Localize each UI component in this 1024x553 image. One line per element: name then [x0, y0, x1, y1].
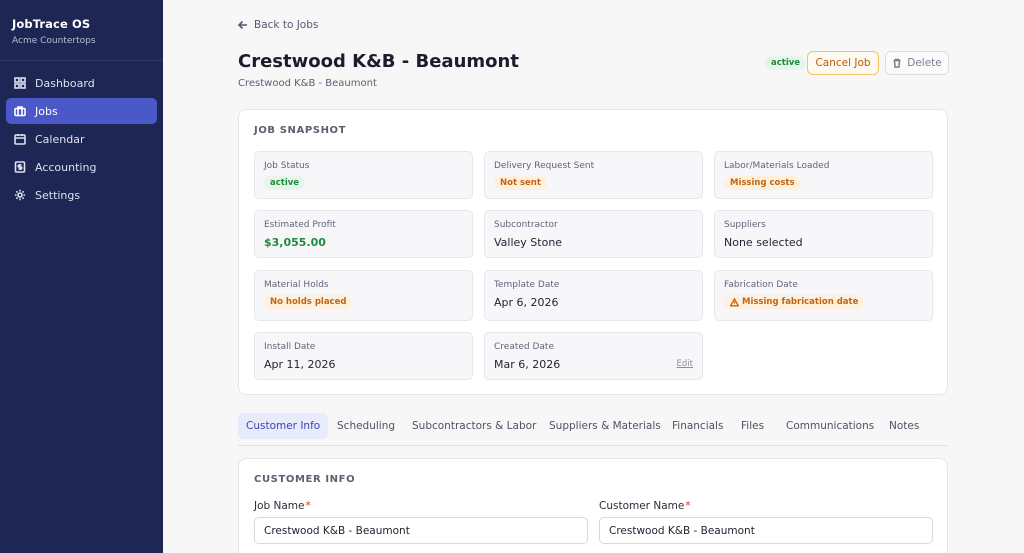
sidebar-item-label: Jobs — [35, 104, 58, 118]
status-badge: active — [765, 56, 807, 70]
tile-label: Install Date — [264, 342, 316, 352]
sidebar-item-label: Dashboard — [35, 76, 95, 90]
dollar-icon — [14, 161, 26, 173]
sidebar-item-label: Settings — [35, 188, 81, 202]
tile-job-status: Job Status active — [254, 151, 473, 199]
template-date-value: Apr 6, 2026 — [494, 296, 559, 309]
delivery-status-badge: Not sent — [494, 176, 547, 190]
tile-install-date: Install Date Apr 11, 2026 — [254, 332, 473, 380]
material-holds-badge: No holds placed — [264, 295, 353, 309]
required-mark: * — [685, 500, 691, 512]
sidebar-item-dashboard[interactable]: Dashboard — [6, 70, 157, 96]
back-to-jobs-link[interactable]: Back to Jobs — [238, 19, 318, 31]
sidebar-item-settings[interactable]: Settings — [6, 182, 157, 208]
tile-label: Suppliers — [724, 220, 766, 230]
page-subtitle: Crestwood K&B - Beaumont — [238, 78, 377, 89]
estimated-profit-value: $3,055.00 — [264, 236, 326, 249]
calendar-icon — [14, 133, 26, 145]
install-date-value: Apr 11, 2026 — [264, 358, 336, 371]
tile-subcontractor: Subcontractor Valley Stone — [484, 210, 703, 258]
fabrication-warning-badge: Missing fabrication date — [724, 295, 865, 309]
tile-delivery-request: Delivery Request Sent Not sent — [484, 151, 703, 199]
cancel-job-button[interactable]: Cancel Job — [807, 51, 879, 75]
tile-label: Template Date — [494, 280, 560, 290]
tile-fabrication-date: Fabrication Date Missing fabrication dat… — [714, 270, 933, 321]
tab-bar: Customer Info Scheduling Subcontractors … — [238, 411, 948, 446]
snapshot-title: JOB SNAPSHOT — [254, 125, 347, 136]
warning-icon — [730, 297, 739, 307]
main-content: Back to Jobs Crestwood K&B - Beaumont Cr… — [163, 0, 1024, 553]
delete-label: Delete — [907, 57, 942, 69]
sidebar-nav: Dashboard Jobs Calendar Accounting Setti… — [0, 61, 163, 208]
job-name-label: Job Name* — [254, 500, 311, 512]
customer-name-label: Customer Name* — [599, 500, 691, 512]
labor-status-badge: Missing costs — [724, 176, 801, 190]
tile-template-date: Template Date Apr 6, 2026 — [484, 270, 703, 321]
customer-name-input[interactable] — [599, 517, 933, 544]
required-mark: * — [305, 500, 311, 512]
edit-created-date-link[interactable]: Edit — [677, 359, 693, 369]
fabrication-warning-text: Missing fabrication date — [742, 297, 859, 307]
page-title: Crestwood K&B - Beaumont — [238, 51, 519, 72]
brand-subtitle: Acme Countertops — [12, 36, 96, 46]
tile-created-date: Created Date Mar 6, 2026 Edit — [484, 332, 703, 380]
tile-label: Job Status — [264, 161, 310, 171]
job-name-label-text: Job Name — [254, 500, 305, 512]
customer-info-card: CUSTOMER INFO Job Name* Customer Name* — [238, 458, 948, 553]
tile-label: Estimated Profit — [264, 220, 336, 230]
tab-suppliers-materials[interactable]: Suppliers & Materials — [541, 413, 669, 439]
brand: JobTrace OS Acme Countertops — [0, 0, 163, 61]
tile-suppliers: Suppliers None selected — [714, 210, 933, 258]
tab-scheduling[interactable]: Scheduling — [329, 413, 403, 439]
tab-subcontractors-labor[interactable]: Subcontractors & Labor — [404, 413, 544, 439]
tile-label: Created Date — [494, 342, 554, 352]
job-status-badge: active — [264, 176, 306, 190]
grid-icon — [14, 77, 26, 89]
sidebar-item-jobs[interactable]: Jobs — [6, 98, 157, 124]
gear-icon — [14, 189, 26, 201]
suppliers-value: None selected — [724, 236, 803, 249]
tile-labor-materials: Labor/Materials Loaded Missing costs — [714, 151, 933, 199]
tab-files[interactable]: Files — [733, 413, 772, 439]
tile-estimated-profit: Estimated Profit $3,055.00 — [254, 210, 473, 258]
job-snapshot-card: JOB SNAPSHOT Job Status active Delivery … — [238, 109, 948, 395]
tile-material-holds: Material Holds No holds placed — [254, 270, 473, 321]
tab-communications[interactable]: Communications — [778, 413, 882, 439]
arrow-left-icon — [238, 20, 247, 30]
briefcase-icon — [14, 105, 26, 117]
back-label: Back to Jobs — [254, 19, 319, 31]
sidebar: JobTrace OS Acme Countertops Dashboard J… — [0, 0, 163, 553]
trash-icon — [893, 58, 901, 68]
created-date-value: Mar 6, 2026 — [494, 358, 561, 371]
sidebar-item-accounting[interactable]: Accounting — [6, 154, 157, 180]
sidebar-item-calendar[interactable]: Calendar — [6, 126, 157, 152]
tile-label: Fabrication Date — [724, 280, 798, 290]
tile-label: Labor/Materials Loaded — [724, 161, 830, 171]
tile-label: Delivery Request Sent — [494, 161, 595, 171]
brand-name: JobTrace OS — [12, 17, 91, 31]
tile-label: Subcontractor — [494, 220, 558, 230]
delete-button[interactable]: Delete — [885, 51, 949, 75]
tab-notes[interactable]: Notes — [881, 413, 927, 439]
customer-info-title: CUSTOMER INFO — [254, 474, 356, 485]
tab-customer-info[interactable]: Customer Info — [238, 413, 329, 439]
tile-label: Material Holds — [264, 280, 329, 290]
sidebar-item-label: Calendar — [35, 132, 85, 146]
subcontractor-value: Valley Stone — [494, 236, 563, 249]
tab-financials[interactable]: Financials — [664, 413, 731, 439]
job-name-input[interactable] — [254, 517, 588, 544]
customer-name-label-text: Customer Name — [599, 500, 685, 512]
sidebar-item-label: Accounting — [35, 160, 97, 174]
